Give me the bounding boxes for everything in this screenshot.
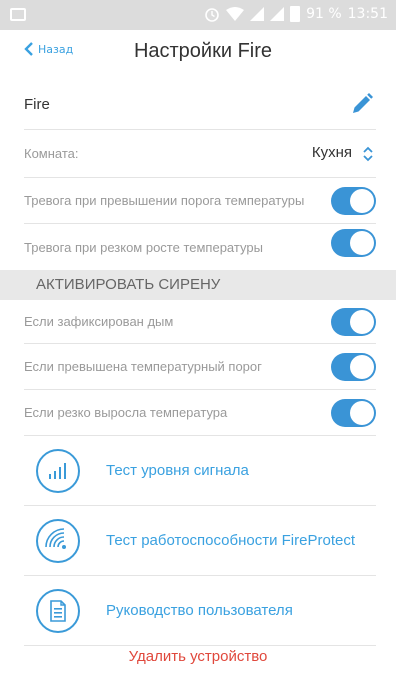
alarm-rise-label: Тревога при резком росте температуры	[24, 239, 263, 255]
delete-device-button[interactable]: Удалить устройство	[0, 648, 396, 665]
alarm-icon	[205, 8, 219, 22]
toggle-knob	[350, 310, 374, 334]
siren-threshold-toggle[interactable]	[331, 353, 376, 381]
gallery-icon	[10, 8, 26, 21]
signal-test-button[interactable]: Тест уровня сигнала	[24, 436, 376, 506]
wifi-icon	[226, 7, 245, 21]
siren-rise-label: Если резко выросла температура	[24, 405, 228, 420]
siren-rise-toggle[interactable]	[331, 399, 376, 427]
cell-signal-2-icon	[270, 7, 285, 21]
signal-circle	[36, 449, 80, 493]
clock: 13:51	[347, 6, 388, 22]
room-label: Комната:	[24, 146, 79, 161]
fireprotect-test-label: Тест работоспособности FireProtect	[106, 532, 355, 549]
room-value[interactable]: Кухня	[312, 144, 352, 161]
status-icons: 91 % 13:51	[204, 6, 388, 22]
fireprotect-test-button[interactable]: Тест работоспособности FireProtect	[24, 506, 376, 576]
alarm-threshold-label: Тревога при превышении порога температур…	[24, 193, 305, 208]
cell-signal-icon	[250, 7, 265, 21]
signal-bars-icon	[49, 463, 66, 479]
battery-percent: 91 %	[306, 6, 342, 22]
battery-icon	[290, 6, 301, 22]
status-bar: 91 % 13:51	[0, 0, 396, 30]
siren-smoke-toggle[interactable]	[331, 308, 376, 336]
page-title: Настройки Fire	[133, 40, 273, 62]
pencil-icon[interactable]	[350, 92, 374, 116]
siren-rise-row: Если резко выросла температура	[24, 390, 376, 436]
siren-threshold-label: Если превышена температурный порог	[24, 359, 262, 374]
siren-smoke-row: Если зафиксирован дым	[24, 300, 376, 344]
toggle-knob	[350, 189, 374, 213]
device-name-row[interactable]: Fire	[24, 80, 376, 130]
device-name: Fire	[24, 96, 50, 113]
toggle-knob	[350, 401, 374, 425]
toggle-knob	[350, 355, 374, 379]
signal-test-label: Тест уровня сигнала	[106, 462, 249, 479]
waves-circle	[36, 519, 80, 563]
toggle-knob	[350, 231, 374, 255]
user-manual-label: Руководство пользователя	[106, 602, 293, 619]
alarm-threshold-toggle[interactable]	[331, 187, 376, 215]
alarm-threshold-row: Тревога при превышении порога температур…	[24, 178, 376, 224]
user-manual-button[interactable]: Руководство пользователя	[24, 576, 376, 646]
siren-threshold-row: Если превышена температурный порог	[24, 344, 376, 390]
alarm-rise-row: Тревога при резком росте температуры	[24, 224, 376, 270]
alarm-rise-toggle[interactable]	[331, 229, 376, 257]
siren-smoke-label: Если зафиксирован дым	[24, 314, 174, 329]
siren-section-header: АКТИВИРОВАТЬ СИРЕНУ	[0, 270, 396, 300]
header: Назад Настройки Fire	[0, 30, 396, 76]
chevron-up-down-icon[interactable]	[362, 145, 374, 163]
radio-waves-icon	[45, 528, 66, 549]
siren-section-title: АКТИВИРОВАТЬ СИРЕНУ	[36, 276, 221, 293]
room-row[interactable]: Комната: Кухня	[24, 130, 376, 178]
document-icon	[50, 600, 66, 622]
document-circle	[36, 589, 80, 633]
